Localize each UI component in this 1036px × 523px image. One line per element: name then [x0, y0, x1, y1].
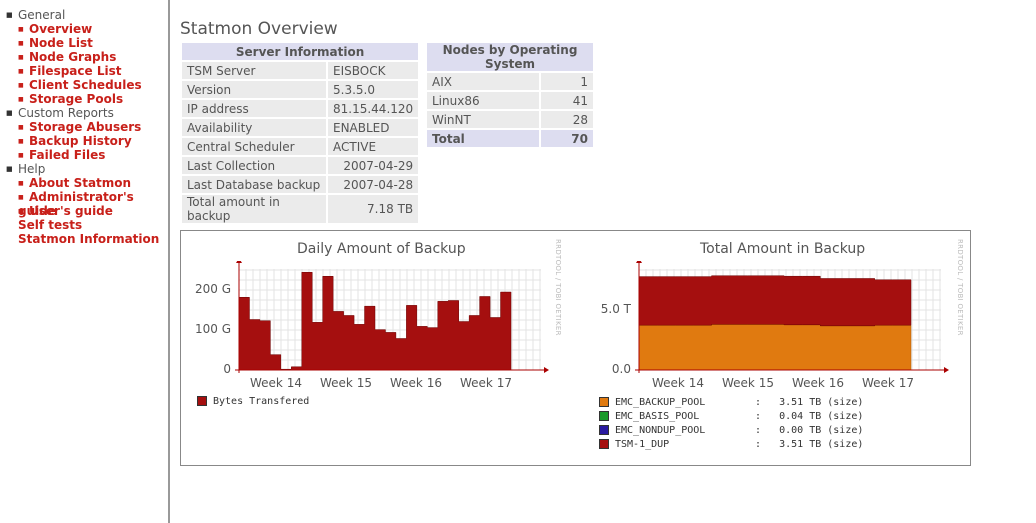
nav-item-client-schedules[interactable]: Client Schedules — [18, 78, 142, 92]
server-info-value: 2007-04-28 — [328, 176, 419, 193]
x-axis-arrow — [944, 367, 949, 373]
server-info-value: EISBOCK — [328, 62, 419, 79]
server-info-value: ACTIVE — [328, 138, 419, 155]
legend-item: EMC_NONDUP_POOL: 0.00 TB (size) — [599, 425, 863, 436]
legend-item: EMC_BACKUP_POOL: 3.51 TB (size) — [599, 397, 863, 408]
nodes-by-os-header: Nodes by Operating System — [427, 43, 593, 71]
sidebar-nav: General Overview Node List Node Graphs F… — [0, 0, 170, 523]
y-tick-label: 200 G — [194, 282, 231, 296]
os-count: 28 — [541, 111, 593, 128]
os-name: AIX — [427, 73, 539, 90]
server-info-key: TSM Server — [182, 62, 326, 79]
legend-swatch — [599, 397, 609, 407]
table-row: Total amount in backup 7.18 TB — [182, 195, 419, 223]
server-info-value: 81.15.44.120 — [328, 100, 419, 117]
chart-title: Total Amount in Backup — [700, 241, 866, 257]
table-row: Version 5.3.5.0 — [182, 81, 419, 98]
legend-value: 0.00 TB (size) — [779, 425, 864, 436]
nav-item-storage-abusers[interactable]: Storage Abusers — [18, 120, 141, 134]
table-row-total: Total 70 — [427, 130, 593, 147]
server-info-key: Last Collection — [182, 157, 326, 174]
nav-item-user-guide[interactable]: User's guide — [18, 204, 113, 218]
legend-item: EMC_BASIS_POOL: 0.04 TB (size) — [599, 411, 863, 422]
legend-swatch — [599, 425, 609, 435]
legend-value: 3.51 TB (size) — [779, 439, 864, 450]
y-axis-arrow — [236, 261, 242, 263]
legend-value: 0.04 TB (size) — [779, 411, 864, 422]
table-row: TSM Server EISBOCK — [182, 62, 419, 79]
nav-item-statmon-information[interactable]: Statmon Information — [18, 232, 159, 246]
legend-value: 3.51 TB (size) — [779, 397, 864, 408]
legend-label: EMC_NONDUP_POOL — [615, 425, 706, 436]
server-info-key: Last Database backup — [182, 176, 326, 193]
legend-label: Bytes Transfered — [213, 396, 310, 407]
server-info-key: Central Scheduler — [182, 138, 326, 155]
server-info-key: Version — [182, 81, 326, 98]
os-total-value: 70 — [541, 130, 593, 147]
total-backup-chart — [635, 261, 949, 373]
nodes-by-os-table: Nodes by Operating System AIX 1 Linux86 41… — [425, 41, 595, 149]
legend-label: TSM-1_DUP — [615, 439, 670, 450]
legend-item: Bytes Transfered — [197, 396, 309, 407]
os-name: Linux86 — [427, 92, 539, 109]
os-total-label: Total — [427, 130, 539, 147]
y-axis-arrow — [636, 261, 642, 263]
x-axis-arrow — [544, 367, 549, 373]
legend-item: TSM-1_DUP: 3.51 TB (size) — [599, 439, 863, 450]
nav-item-filespace-list[interactable]: Filespace List — [18, 64, 121, 78]
os-name: WinNT — [427, 111, 539, 128]
server-info-key: Availability — [182, 119, 326, 136]
table-row: Central Scheduler ACTIVE — [182, 138, 419, 155]
os-count: 41 — [541, 92, 593, 109]
daily-backup-chart — [235, 261, 549, 373]
page-title: Statmon Overview — [180, 19, 338, 39]
server-info-key: Total amount in backup — [182, 195, 326, 223]
table-row: Last Database backup 2007-04-28 — [182, 176, 419, 193]
nav-item-backup-history[interactable]: Backup History — [18, 134, 132, 148]
server-info-value: 7.18 TB — [328, 195, 419, 223]
nav-item-node-list[interactable]: Node List — [18, 36, 93, 50]
legend-swatch — [599, 411, 609, 421]
chart-title: Daily Amount of Backup — [297, 241, 466, 257]
table-row: IP address 81.15.44.120 — [182, 100, 419, 117]
legend-swatch — [197, 396, 207, 406]
table-row: Linux86 41 — [427, 92, 593, 109]
nav-section-custom-reports: Custom Reports — [6, 106, 114, 120]
table-row: Availability ENABLED — [182, 119, 419, 136]
nav-item-self-tests[interactable]: Self tests — [18, 218, 82, 232]
graphs-panel: Daily Amount of Backup 200 G 100 G 0 Wee… — [180, 230, 971, 466]
server-info-header: Server Information — [182, 43, 419, 60]
legend-label: EMC_BACKUP_POOL — [615, 397, 706, 408]
series-emc-backup-pool-area — [638, 324, 912, 371]
nav-item-about-statmon[interactable]: About Statmon — [18, 176, 131, 190]
y-tick-label: 0.0 — [611, 362, 631, 376]
table-row: AIX 1 — [427, 73, 593, 90]
server-info-value: 5.3.5.0 — [328, 81, 419, 98]
y-tick-label: 100 G — [194, 322, 231, 336]
legend-label: EMC_BASIS_POOL — [615, 411, 700, 422]
server-info-value: ENABLED — [328, 119, 419, 136]
server-info-table: Server Information TSM Server EISBOCK Ver… — [180, 41, 420, 225]
nav-item-storage-pools[interactable]: Storage Pools — [18, 92, 123, 106]
server-info-key: IP address — [182, 100, 326, 117]
os-count: 1 — [541, 73, 593, 90]
nav-item-overview[interactable]: Overview — [18, 22, 92, 36]
nav-item-node-graphs[interactable]: Node Graphs — [18, 50, 116, 64]
nav-item-failed-files[interactable]: Failed Files — [18, 148, 105, 162]
y-tick-label: 5.0 T — [600, 302, 631, 316]
nav-section-help: Help — [6, 162, 45, 176]
table-row: Last Collection 2007-04-29 — [182, 157, 419, 174]
series-tsm-1-dup-area — [638, 275, 912, 327]
y-tick-label: 0 — [223, 362, 231, 376]
table-row: WinNT 28 — [427, 111, 593, 128]
rrdtool-watermark: RRDTOOL / TOBI OETIKER — [956, 239, 964, 336]
server-info-value: 2007-04-29 — [328, 157, 419, 174]
nav-section-general: General — [6, 8, 65, 22]
rrdtool-watermark: RRDTOOL / TOBI OETIKER — [554, 239, 562, 336]
legend-swatch — [599, 439, 609, 449]
